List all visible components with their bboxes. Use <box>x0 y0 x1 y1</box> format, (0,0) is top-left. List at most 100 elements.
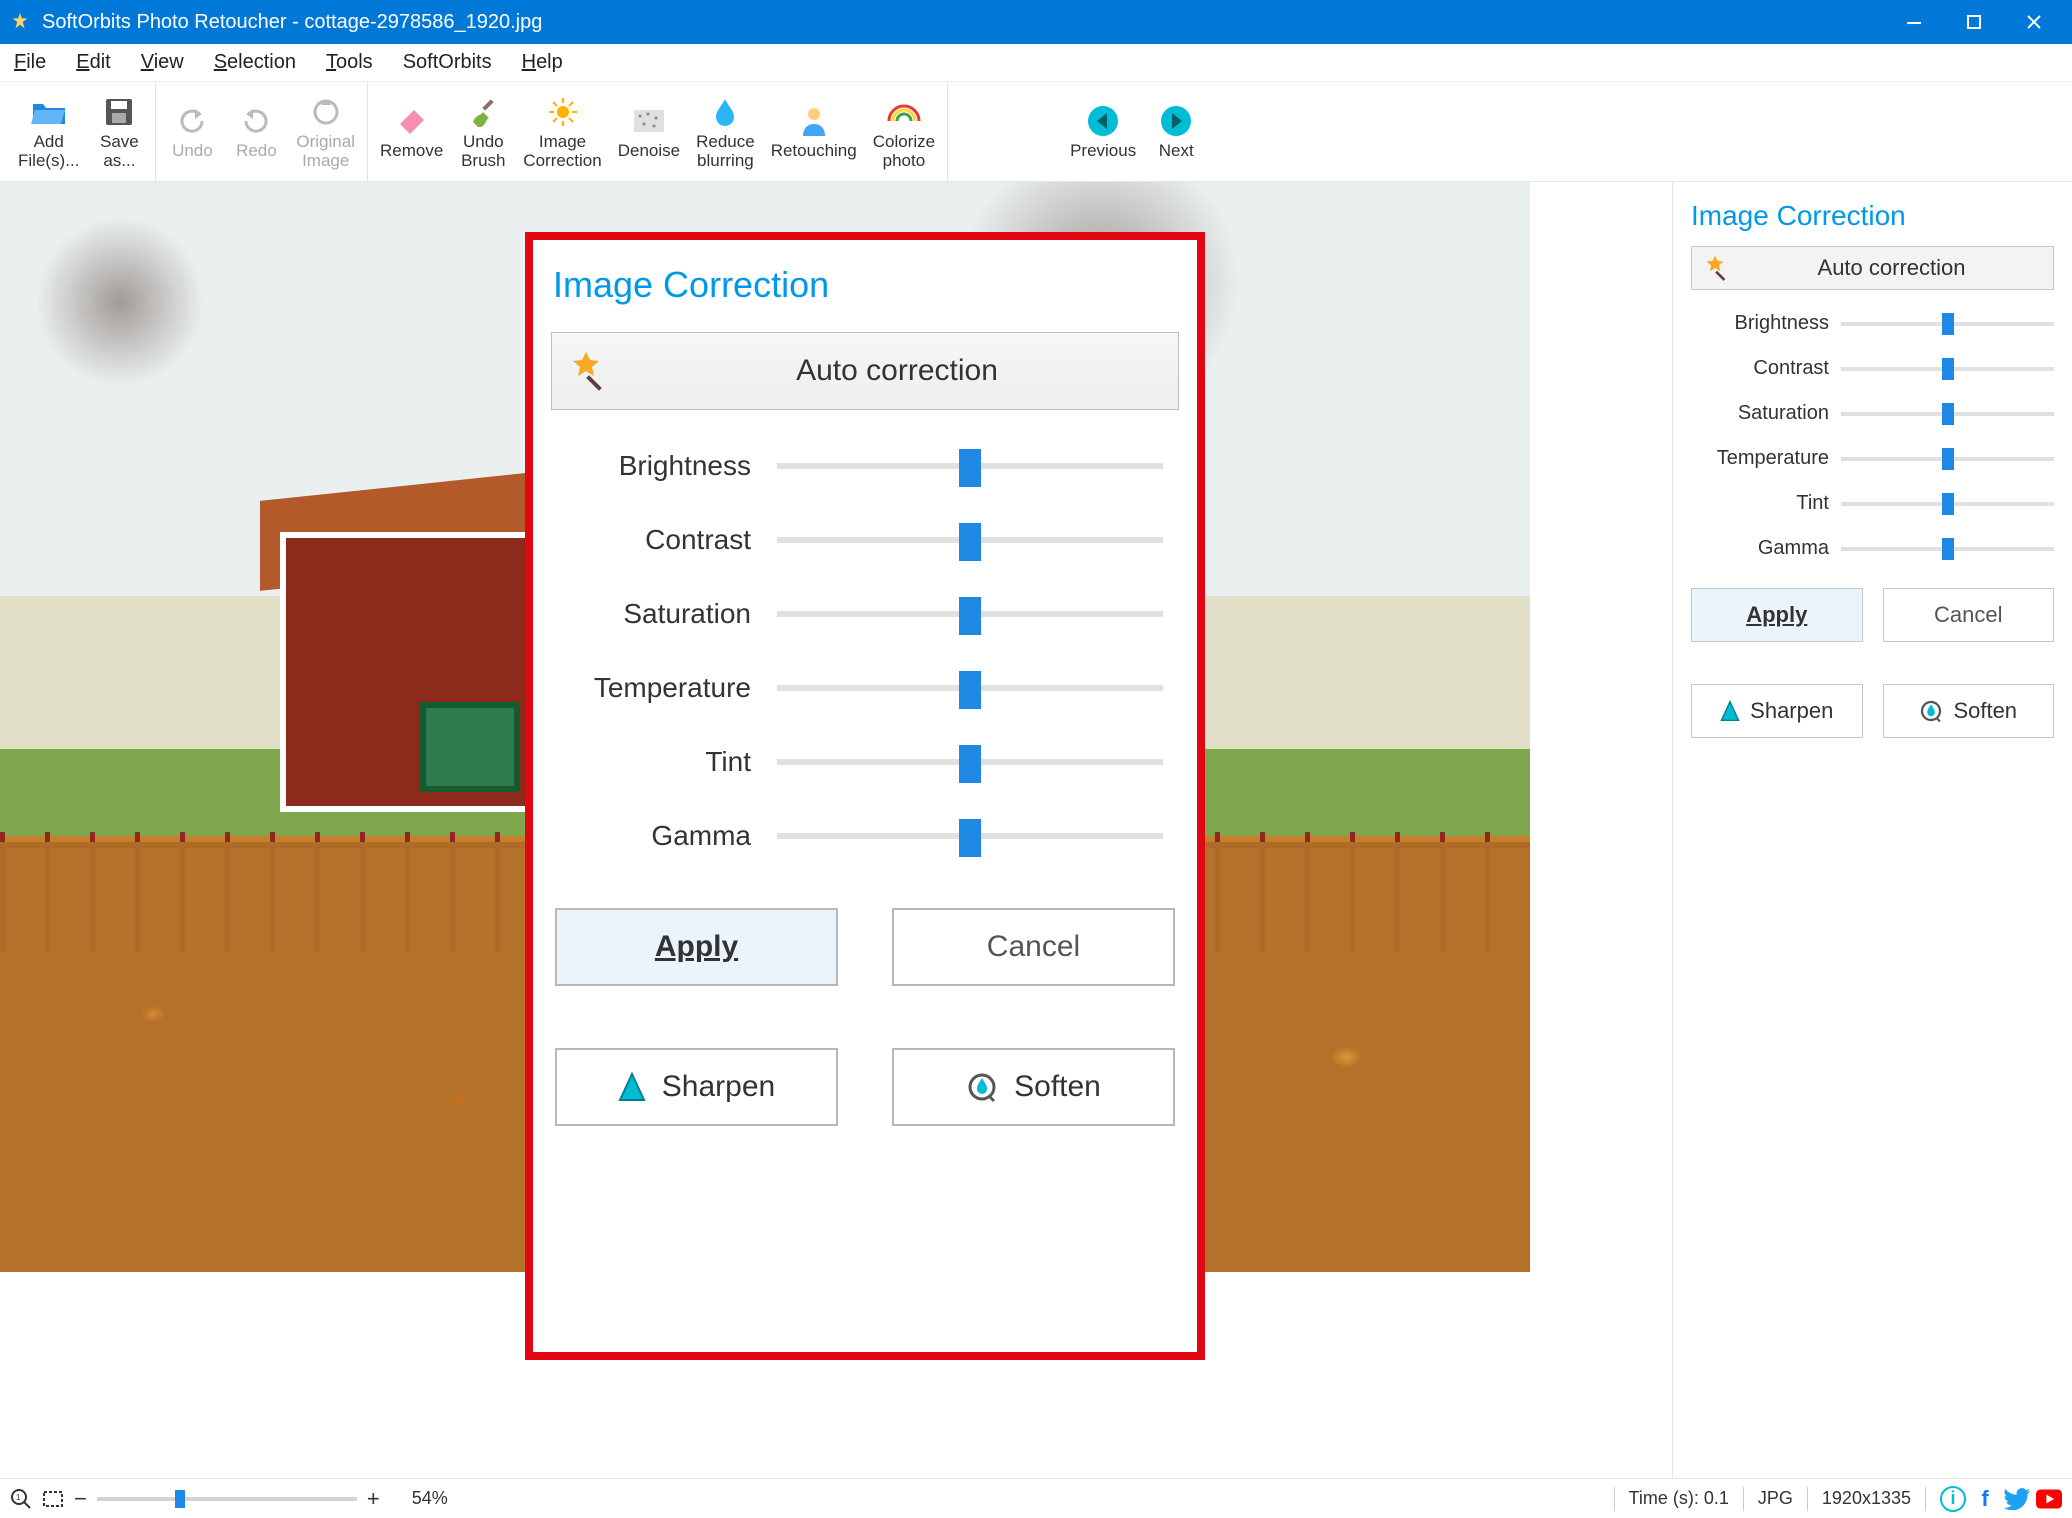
tool-denoise[interactable]: Denoise <box>610 86 688 177</box>
panel-slider-temperature[interactable] <box>1841 457 2054 461</box>
side-panel: Image Correction Auto correction Brightn… <box>1672 182 2072 1478</box>
tool-colorize[interactable]: Colorize photo <box>865 86 943 177</box>
tool-previous[interactable]: Previous <box>1062 86 1144 177</box>
menu-softorbits[interactable]: SoftOrbits <box>399 48 496 77</box>
eraser-icon <box>393 102 431 140</box>
menu-file[interactable]: File <box>10 48 50 77</box>
callout-sliders: Brightness Contrast Saturation Temperatu… <box>551 450 1179 852</box>
person-icon <box>795 102 833 140</box>
minimize-button[interactable] <box>1884 0 1944 44</box>
menu-tools[interactable]: Tools <box>322 48 377 77</box>
slider-label-saturation: Saturation <box>557 598 777 630</box>
svg-text:1: 1 <box>16 1493 21 1502</box>
toolbar: Add File(s)... Save as... Undo Redo Orig… <box>0 82 2072 182</box>
tool-remove[interactable]: Remove <box>372 86 451 177</box>
tool-undo-brush[interactable]: Undo Brush <box>451 86 515 177</box>
sun-icon <box>544 93 582 131</box>
youtube-icon[interactable] <box>2036 1486 2062 1512</box>
title-app: SoftOrbits Photo Retoucher <box>42 11 287 34</box>
panel-slider-label-contrast: Contrast <box>1691 357 1841 380</box>
tool-retouching[interactable]: Retouching <box>763 86 865 177</box>
titlebar: SoftOrbits Photo Retoucher - cottage-297… <box>0 0 2072 44</box>
statusbar: 1 − + 54% Time (s): 0.1 JPG 1920x1335 i … <box>0 1478 2072 1518</box>
callout-title: Image Correction <box>553 264 1179 306</box>
soften-button-large[interactable]: Soften <box>892 1048 1175 1126</box>
zoom-value: 54% <box>412 1488 448 1509</box>
close-button[interactable] <box>2004 0 2064 44</box>
canvas-area[interactable]: Image Correction Auto correction Brightn… <box>0 182 1672 1478</box>
zoom-fit-icon[interactable] <box>42 1488 64 1510</box>
menubar: File Edit View Selection Tools SoftOrbit… <box>0 44 2072 82</box>
panel-sliders: Brightness Contrast Saturation Temperatu… <box>1691 312 2054 560</box>
zoom-in-button[interactable]: + <box>367 1486 380 1512</box>
zoom-actual-icon[interactable]: 1 <box>10 1488 32 1510</box>
slider-label-brightness: Brightness <box>557 450 777 482</box>
slider-contrast[interactable] <box>777 537 1163 543</box>
slider-brightness[interactable] <box>777 463 1163 469</box>
rainbow-icon <box>885 93 923 131</box>
status-time: Time (s): 0.1 <box>1629 1488 1729 1509</box>
tool-original-image[interactable]: Original Image <box>288 86 363 177</box>
maximize-button[interactable] <box>1944 0 2004 44</box>
cancel-button-large[interactable]: Cancel <box>892 908 1175 986</box>
panel-slider-brightness[interactable] <box>1841 322 2054 326</box>
revert-icon <box>307 93 345 131</box>
panel-slider-label-saturation: Saturation <box>1691 402 1841 425</box>
info-icon[interactable]: i <box>1940 1486 1966 1512</box>
panel-slider-label-brightness: Brightness <box>1691 312 1841 335</box>
panel-slider-gamma[interactable] <box>1841 547 2054 551</box>
menu-edit[interactable]: Edit <box>72 48 114 77</box>
arrow-right-circle-icon <box>1157 102 1195 140</box>
brush-icon <box>464 93 502 131</box>
panel-title: Image Correction <box>1691 200 2054 232</box>
cancel-button[interactable]: Cancel <box>1883 588 2055 642</box>
slider-tint[interactable] <box>777 759 1163 765</box>
triangle-icon <box>1720 700 1740 722</box>
save-icon <box>100 93 138 131</box>
workspace: Image Correction Auto correction Brightn… <box>0 182 2072 1478</box>
slider-label-temperature: Temperature <box>557 672 777 704</box>
undo-icon <box>173 102 211 140</box>
apply-button[interactable]: Apply <box>1691 588 1863 642</box>
tool-undo[interactable]: Undo <box>160 86 224 177</box>
arrow-left-circle-icon <box>1084 102 1122 140</box>
tool-save-as[interactable]: Save as... <box>87 86 151 177</box>
wand-icon <box>1702 253 1732 283</box>
tool-image-correction[interactable]: Image Correction <box>515 86 609 177</box>
status-dimensions: 1920x1335 <box>1822 1488 1911 1509</box>
tool-add-files[interactable]: Add File(s)... <box>10 86 87 177</box>
auto-correction-button-large[interactable]: Auto correction <box>551 332 1179 410</box>
menu-view[interactable]: View <box>137 48 188 77</box>
slider-temperature[interactable] <box>777 685 1163 691</box>
tool-reduce-blurring[interactable]: Reduce blurring <box>688 86 763 177</box>
zoom-out-button[interactable]: − <box>74 1486 87 1512</box>
denoise-icon <box>630 102 668 140</box>
tool-next[interactable]: Next <box>1144 86 1208 177</box>
folder-open-icon <box>30 93 68 131</box>
soften-icon <box>1919 699 1943 723</box>
app-icon <box>8 10 32 34</box>
auto-correction-button[interactable]: Auto correction <box>1691 246 2054 290</box>
redo-icon <box>237 102 275 140</box>
panel-slider-label-tint: Tint <box>1691 492 1841 515</box>
menu-selection[interactable]: Selection <box>210 48 300 77</box>
sharpen-button[interactable]: Sharpen <box>1691 684 1863 738</box>
slider-saturation[interactable] <box>777 611 1163 617</box>
slider-gamma[interactable] <box>777 833 1163 839</box>
image-correction-callout: Image Correction Auto correction Brightn… <box>525 232 1205 1360</box>
panel-slider-label-temperature: Temperature <box>1691 447 1841 470</box>
slider-label-tint: Tint <box>557 746 777 778</box>
panel-slider-contrast[interactable] <box>1841 367 2054 371</box>
zoom-slider[interactable] <box>97 1497 357 1501</box>
sharpen-button-large[interactable]: Sharpen <box>555 1048 838 1126</box>
panel-slider-saturation[interactable] <box>1841 412 2054 416</box>
waterdrop-icon <box>706 93 744 131</box>
menu-help[interactable]: Help <box>518 48 567 77</box>
slider-label-gamma: Gamma <box>557 820 777 852</box>
facebook-icon[interactable]: f <box>1972 1486 1998 1512</box>
apply-button-large[interactable]: Apply <box>555 908 838 986</box>
panel-slider-tint[interactable] <box>1841 502 2054 506</box>
tool-redo[interactable]: Redo <box>224 86 288 177</box>
twitter-icon[interactable] <box>2004 1486 2030 1512</box>
soften-button[interactable]: Soften <box>1883 684 2055 738</box>
